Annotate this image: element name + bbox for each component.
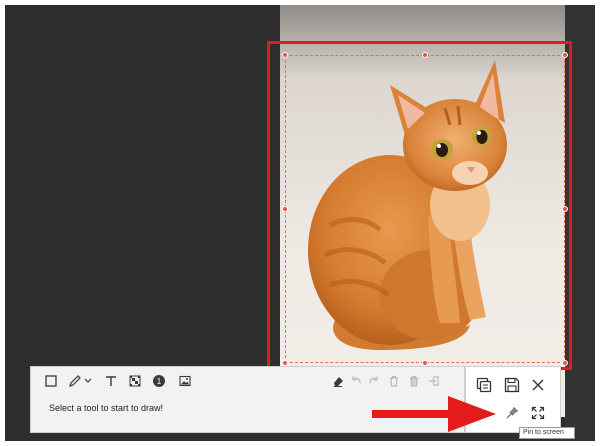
annotation-rectangle — [267, 41, 572, 370]
step-number-icon: 1 — [153, 375, 165, 387]
close-icon — [532, 379, 544, 391]
redo-icon — [369, 376, 378, 384]
pen-icon — [69, 375, 92, 387]
pin-to-screen-button[interactable] — [502, 403, 522, 423]
exit-icon — [429, 376, 439, 386]
trash-icon — [390, 375, 398, 387]
undo-icon — [352, 376, 361, 384]
rectangle-icon — [45, 375, 57, 387]
save-icon — [504, 377, 520, 393]
pin-tooltip: Pin to screen — [519, 427, 575, 439]
delete-button[interactable] — [387, 373, 401, 389]
trash-all-icon — [410, 375, 418, 387]
red-arrow-annotation — [372, 396, 496, 432]
redo-button[interactable] — [367, 373, 381, 389]
toolbar-hint-text: Select a tool to start to draw! — [49, 403, 164, 413]
pen-tool-button[interactable] — [67, 373, 95, 389]
text-icon — [106, 376, 116, 386]
fullscreen-button[interactable] — [528, 403, 548, 423]
rectangle-tool-button[interactable] — [43, 373, 59, 389]
expand-icon — [531, 406, 545, 420]
clear-all-button[interactable] — [407, 373, 421, 389]
image-tool-button[interactable] — [177, 373, 193, 389]
eraser-icon — [334, 377, 343, 387]
text-tool-button[interactable] — [103, 373, 119, 389]
step-number-tool-button[interactable]: 1 — [151, 373, 167, 389]
close-button[interactable] — [528, 375, 548, 395]
mosaic-tool-button[interactable] — [127, 373, 143, 389]
exit-edit-button[interactable] — [427, 373, 441, 389]
eraser-button[interactable] — [331, 373, 345, 389]
undo-button[interactable] — [349, 373, 363, 389]
save-button[interactable] — [502, 375, 522, 395]
mosaic-icon — [129, 375, 141, 387]
pin-icon — [506, 406, 519, 419]
image-icon — [179, 375, 191, 387]
